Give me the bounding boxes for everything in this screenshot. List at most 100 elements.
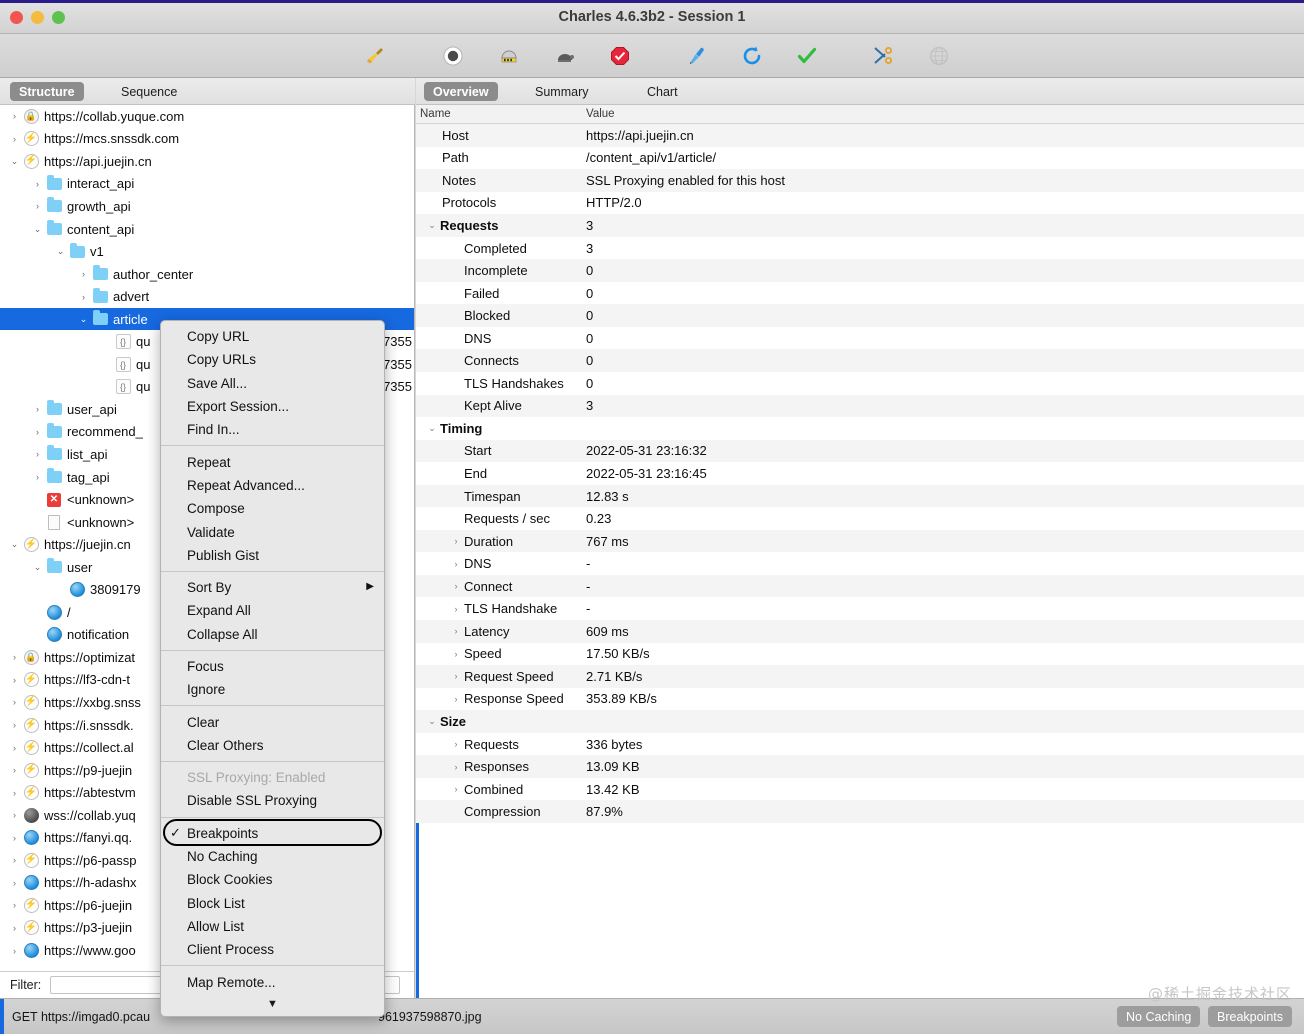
chevron-right-icon[interactable]: › (31, 427, 44, 437)
tab-structure[interactable]: Structure (10, 82, 84, 101)
chevron-right-icon[interactable]: › (450, 604, 462, 614)
chevron-right-icon[interactable]: › (77, 292, 90, 302)
chevron-right-icon[interactable]: › (450, 536, 462, 546)
chevron-right-icon[interactable]: › (450, 694, 462, 704)
repeat-refresh-icon[interactable] (735, 40, 769, 72)
tab-chart[interactable]: Chart (638, 82, 687, 101)
chevron-right-icon[interactable]: › (8, 878, 21, 888)
chevron-down-icon[interactable]: ⌄ (426, 423, 438, 434)
chevron-right-icon[interactable]: › (8, 675, 21, 685)
chevron-right-icon[interactable]: › (450, 649, 462, 659)
detail-row[interactable]: Compression 87.9% (416, 800, 1304, 823)
tree-row[interactable]: › advert (0, 285, 414, 308)
detail-row[interactable]: TLS Handshakes 0 (416, 372, 1304, 395)
chevron-right-icon[interactable]: › (8, 743, 21, 753)
menu-item-copy-url[interactable]: Copy URL (161, 325, 384, 348)
chevron-down-icon[interactable]: ⌄ (77, 314, 90, 325)
menu-scroll-down-arrow[interactable]: ▼ (161, 994, 384, 1014)
tab-summary[interactable]: Summary (526, 82, 597, 101)
tree-row[interactable]: › author_center (0, 263, 414, 286)
chevron-right-icon[interactable]: › (31, 404, 44, 414)
menu-item-validate[interactable]: Validate (161, 520, 384, 543)
chevron-right-icon[interactable]: › (8, 697, 21, 707)
detail-row[interactable]: › Duration 767 ms (416, 529, 1304, 553)
chevron-right-icon[interactable]: › (8, 855, 21, 865)
chevron-right-icon[interactable]: › (31, 201, 44, 211)
slow-turtle-icon[interactable] (548, 40, 582, 72)
validate-check-icon[interactable] (790, 40, 824, 72)
chevron-right-icon[interactable]: › (8, 900, 21, 910)
detail-row[interactable]: › Response Speed 353.89 KB/s (416, 687, 1304, 711)
chevron-right-icon[interactable]: › (8, 946, 21, 956)
overview-rows[interactable]: Host https://api.juejin.cn Path/content_ap… (416, 124, 1304, 998)
chevron-right-icon[interactable]: › (8, 923, 21, 933)
detail-row[interactable]: Requests / sec 0.23 (416, 507, 1304, 530)
chevron-down-icon[interactable]: ⌄ (8, 156, 21, 167)
detail-row[interactable]: › Combined 13.42 KB (416, 777, 1304, 801)
chevron-right-icon[interactable]: › (450, 762, 462, 772)
breakpoints-stop-icon[interactable] (603, 40, 637, 72)
detail-row[interactable]: Completed 3 (416, 236, 1304, 260)
detail-group-row[interactable]: ⌄ Size (416, 710, 1304, 733)
chevron-right-icon[interactable]: › (31, 472, 44, 482)
dns-spoofing-icon[interactable] (922, 40, 956, 72)
chevron-right-icon[interactable]: › (8, 765, 21, 775)
tree-row[interactable]: › ⚡ https://mcs.snssdk.com (0, 128, 414, 151)
detail-row[interactable]: › DNS - (416, 552, 1304, 575)
menu-item-disable-ssl-proxying[interactable]: Disable SSL Proxying (161, 789, 384, 812)
throttle-icon[interactable] (492, 40, 526, 72)
chevron-right-icon[interactable]: › (8, 788, 21, 798)
detail-row[interactable]: DNS 0 (416, 326, 1304, 350)
detail-row[interactable]: Notes SSL Proxying enabled for this host (416, 169, 1304, 192)
chevron-right-icon[interactable]: › (8, 111, 21, 121)
chevron-right-icon[interactable]: › (450, 626, 462, 636)
menu-item-ignore[interactable]: Ignore (161, 678, 384, 701)
menu-item-client-process[interactable]: Client Process (161, 938, 384, 961)
detail-row[interactable]: › TLS Handshake - (416, 597, 1304, 621)
tree-row[interactable]: ⌄ ⚡ https://api.juejin.cn (0, 150, 414, 173)
detail-row[interactable]: Failed 0 (416, 281, 1304, 305)
menu-item-compose[interactable]: Compose (161, 497, 384, 520)
tree-row[interactable]: ⌄ v1 (0, 240, 414, 263)
chevron-down-icon[interactable]: ⌄ (54, 246, 67, 257)
menu-item-expand-all[interactable]: Expand All (161, 599, 384, 622)
chevron-right-icon[interactable]: › (8, 833, 21, 843)
menu-item-collapse-all[interactable]: Collapse All (161, 623, 384, 646)
detail-row[interactable]: › Connect - (416, 574, 1304, 598)
chevron-down-icon[interactable]: ⌄ (8, 539, 21, 550)
tree-row[interactable]: › growth_api (0, 195, 414, 218)
menu-item-save-all[interactable]: Save All... (161, 372, 384, 395)
tab-overview[interactable]: Overview (424, 82, 498, 101)
detail-row[interactable]: Protocols HTTP/2.0 (416, 191, 1304, 215)
chevron-right-icon[interactable]: › (31, 449, 44, 459)
status-badge-breakpoints[interactable]: Breakpoints (1208, 1006, 1293, 1027)
detail-row[interactable]: › Request Speed 2.71 KB/s (416, 665, 1304, 688)
menu-item-allow-list[interactable]: Allow List (161, 915, 384, 938)
clear-broom-icon[interactable] (358, 40, 392, 72)
chevron-right-icon[interactable]: › (450, 784, 462, 794)
chevron-right-icon[interactable]: › (8, 810, 21, 820)
menu-item-repeat[interactable]: Repeat (161, 450, 384, 473)
chevron-right-icon[interactable]: › (77, 269, 90, 279)
chevron-right-icon[interactable]: › (450, 581, 462, 591)
menu-item-map-remote[interactable]: Map Remote... (161, 970, 384, 993)
menu-item-block-list[interactable]: Block List (161, 892, 384, 915)
detail-row[interactable]: › Latency 609 ms (416, 620, 1304, 643)
detail-row[interactable]: › Speed 17.50 KB/s (416, 642, 1304, 666)
detail-row[interactable]: End 2022-05-31 23:16:45 (416, 462, 1304, 485)
chevron-down-icon[interactable]: ⌄ (426, 716, 438, 727)
chevron-down-icon[interactable]: ⌄ (31, 224, 44, 235)
menu-item-clear[interactable]: Clear (161, 710, 384, 733)
chevron-right-icon[interactable]: › (31, 179, 44, 189)
chevron-right-icon[interactable]: › (8, 720, 21, 730)
tree-row[interactable]: ⌄ content_api (0, 218, 414, 241)
tree-row[interactable]: › 🔒 https://collab.yuque.com (0, 105, 414, 128)
menu-item-find-in[interactable]: Find In... (161, 418, 384, 441)
detail-group-row[interactable]: ⌄ Requests 3 (416, 214, 1304, 237)
menu-item-export-session[interactable]: Export Session... (161, 395, 384, 418)
detail-row[interactable]: Connects 0 (416, 349, 1304, 373)
chevron-down-icon[interactable]: ⌄ (31, 562, 44, 573)
menu-item-publish-gist[interactable]: Publish Gist (161, 544, 384, 567)
detail-group-row[interactable]: ⌄ Timing (416, 417, 1304, 440)
detail-row[interactable]: Start 2022-05-31 23:16:32 (416, 439, 1304, 463)
